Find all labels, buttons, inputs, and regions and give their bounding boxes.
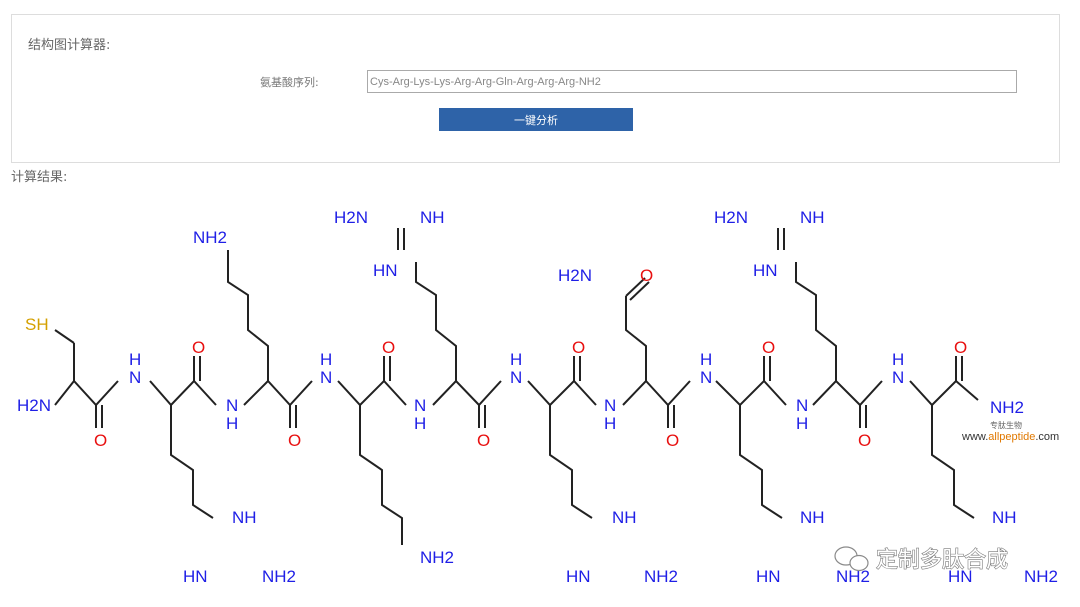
atom-guanidine-nh: NH [800, 508, 825, 527]
peptide-structure-diagram: SH H2N N H N H N H N H N H N H N H N H N… [17, 208, 1059, 586]
atom-guanidine-nh: NH [612, 508, 637, 527]
atom-guanidine-hn: HN [566, 567, 591, 586]
atom-guanidine-nh: NH [800, 208, 825, 227]
calculator-panel: 结构图计算器: 氨基酸序列: 一键分析 [11, 14, 1060, 163]
watermark-url: www.allpeptide.com [961, 431, 1059, 443]
atom-amide-h: H [700, 350, 712, 369]
watermark-url-brand: allpeptide [988, 431, 1035, 443]
atom-guanidine-nh2: NH2 [644, 567, 678, 586]
atom-amide-h: H [226, 414, 238, 433]
site-watermark: 专肽生物 www.allpeptide.com [961, 420, 1059, 443]
atom-amide-h: H [414, 414, 426, 433]
atom-carbonyl-o: O [572, 338, 585, 357]
atom-amide-n: N [700, 368, 712, 387]
atom-c-terminal-amide: NH2 [990, 398, 1024, 417]
atom-amide-n: N [320, 368, 332, 387]
watermark-url-suffix: .com [1035, 431, 1059, 443]
atom-n-terminus: H2N [17, 396, 51, 415]
atom-guanidine-nh: NH [992, 508, 1017, 527]
watermark-cn: 专肽生物 [990, 420, 1022, 430]
atom-amide-n: N [604, 396, 616, 415]
atom-carbonyl-o: O [94, 431, 107, 450]
atom-side-chain-amide-o: O [640, 266, 653, 285]
atom-guanidine-hn: HN [756, 567, 781, 586]
atom-amide-h: H [796, 414, 808, 433]
sequence-label: 氨基酸序列: [260, 76, 319, 89]
atom-guanidine-nh2: NH2 [262, 567, 296, 586]
atom-guanidine-nh2: NH2 [836, 567, 870, 586]
atom-carbonyl-o: O [666, 431, 679, 450]
atom-amide-n: N [796, 396, 808, 415]
watermark-url-prefix: www. [961, 431, 988, 443]
result-label: 计算结果: [11, 170, 68, 185]
analyze-button[interactable]: 一键分析 [439, 108, 633, 131]
atom-guanidine-hn: HN [753, 261, 778, 280]
atom-lys-nh2: NH2 [420, 548, 454, 567]
atom-thiol: SH [25, 315, 49, 334]
atom-amide-h: H [892, 350, 904, 369]
atom-carbonyl-o: O [382, 338, 395, 357]
structure-atom-labels: SH H2N N H N H N H N H N H N H N H N H N… [17, 208, 1058, 586]
channel-overlay: 定制多肽合成 [834, 546, 1009, 574]
atom-guanidine-h2n: H2N [714, 208, 748, 227]
atom-amide-n: N [226, 396, 238, 415]
atom-carbonyl-o: O [762, 338, 775, 357]
atom-amide-h: H [320, 350, 332, 369]
atom-amide-n: N [892, 368, 904, 387]
atom-amide-n: N [129, 368, 141, 387]
atom-amide-n: N [510, 368, 522, 387]
atom-carbonyl-o: O [477, 431, 490, 450]
atom-guanidine-nh: NH [420, 208, 445, 227]
atom-carbonyl-o: O [858, 431, 871, 450]
atom-lys-nh2: NH2 [193, 228, 227, 247]
atom-amide-h: H [129, 350, 141, 369]
atom-gln-amide-n: H2N [558, 266, 592, 285]
atom-guanidine-h2n: H2N [334, 208, 368, 227]
atom-amide-h: H [510, 350, 522, 369]
atom-amide-h: H [604, 414, 616, 433]
atom-carbonyl-o: O [192, 338, 205, 357]
atom-guanidine-hn: HN [373, 261, 398, 280]
atom-amide-n: N [414, 396, 426, 415]
sequence-input[interactable] [367, 70, 1017, 93]
channel-name: 定制多肽合成 [876, 548, 1008, 573]
atom-guanidine-nh: NH [232, 508, 257, 527]
atom-guanidine-hn: HN [183, 567, 208, 586]
calculator-title: 结构图计算器: [28, 38, 111, 53]
atom-carbonyl-o: O [288, 431, 301, 450]
atom-carbonyl-o: O [954, 338, 967, 357]
atom-guanidine-nh2: NH2 [1024, 567, 1058, 586]
